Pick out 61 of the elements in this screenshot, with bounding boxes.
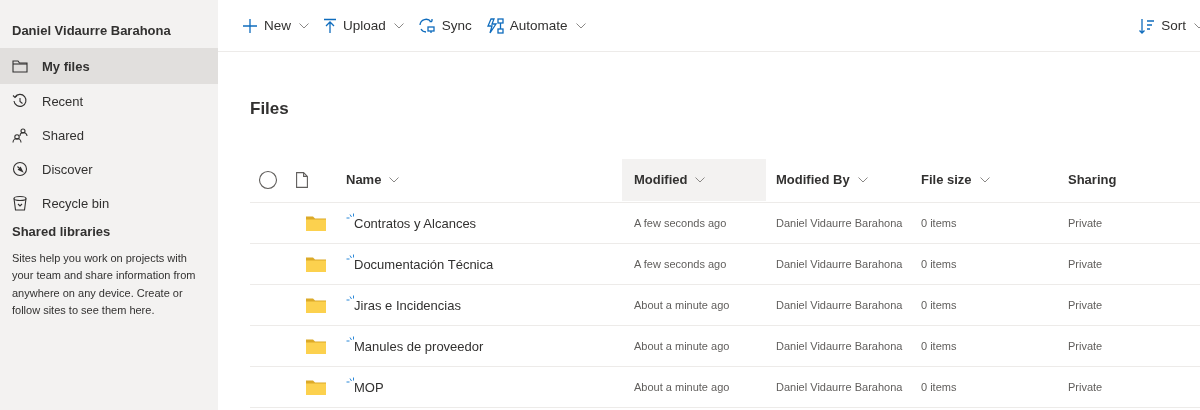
section-heading: Shared libraries xyxy=(11,223,112,241)
folder-icon xyxy=(306,338,326,354)
sort-button[interactable]: Sort xyxy=(1135,13,1200,38)
toolbar-button[interactable]: Sync xyxy=(413,13,476,38)
compass-icon xyxy=(12,161,28,177)
user-name: Daniel Vidaurre Barahona xyxy=(11,22,172,40)
upload-icon xyxy=(323,17,337,34)
table-cell: Daniel Vidaurre Barahona xyxy=(776,299,903,311)
nav-item[interactable]: My files xyxy=(0,48,218,84)
table-cell: Private xyxy=(1068,217,1103,229)
sort-icon xyxy=(1139,17,1156,34)
table-cell: A few seconds ago xyxy=(634,217,727,229)
table-cell: Daniel Vidaurre Barahona xyxy=(776,381,903,393)
clock-icon xyxy=(12,93,28,109)
select-all-circle-icon xyxy=(258,169,278,190)
table-cell: Private xyxy=(1068,258,1103,270)
table-cell: 0 items xyxy=(921,258,957,270)
table-cell: Daniel Vidaurre Barahona xyxy=(776,340,903,352)
description-text: Sites help you work on projects with your team and share information from anywhere on any device. Create or follow sites to see them here. xyxy=(11,251,197,318)
table-cell: Private xyxy=(1068,340,1103,352)
people-icon xyxy=(12,127,28,143)
column-header[interactable]: Modified xyxy=(622,158,766,201)
table-cell: 0 items xyxy=(921,299,957,311)
column-header[interactable]: Name xyxy=(346,158,622,201)
table-cell: Daniel Vidaurre Barahona xyxy=(776,258,903,270)
table-cell: Private xyxy=(1068,381,1103,393)
table-cell: Daniel Vidaurre Barahona xyxy=(776,217,903,229)
toolbar-button[interactable]: Upload xyxy=(319,13,408,38)
bin-icon xyxy=(12,195,28,211)
toolbar-button[interactable]: Automate xyxy=(481,13,590,38)
table-cell: A few seconds ago xyxy=(634,258,727,270)
sync-icon xyxy=(417,17,436,34)
folder-icon xyxy=(306,256,326,272)
file-name[interactable]: Manules de proveedor xyxy=(354,338,484,354)
column-header[interactable]: Modified By xyxy=(766,158,909,201)
table-cell: 0 items xyxy=(921,217,957,229)
table-cell: 0 items xyxy=(921,381,957,393)
nav-item[interactable]: Shared xyxy=(0,118,218,152)
column-header[interactable]: Sharing xyxy=(1056,158,1200,201)
table-cell: Private xyxy=(1068,299,1103,311)
table-cell: 0 items xyxy=(921,340,957,352)
file-name[interactable]: Contratos y Alcances xyxy=(354,215,477,231)
folder-icon xyxy=(306,297,326,313)
page-title: Files xyxy=(250,99,289,119)
column-header[interactable]: File size xyxy=(909,158,1056,201)
file-name[interactable]: MOP xyxy=(354,379,384,395)
folder-icon xyxy=(306,215,326,231)
file-type-icon xyxy=(296,171,308,188)
toolbar-button[interactable]: New xyxy=(238,13,313,38)
table-cell: About a minute ago xyxy=(634,299,730,311)
nav-item[interactable]: Discover xyxy=(0,152,218,186)
table-cell: About a minute ago xyxy=(634,340,730,352)
nav-item[interactable]: Recent xyxy=(0,84,218,118)
table-cell: About a minute ago xyxy=(634,381,730,393)
file-name[interactable]: Jiras e Incidencias xyxy=(354,297,461,313)
folder-icon xyxy=(306,379,326,395)
nav-item[interactable]: Recycle bin xyxy=(0,186,218,220)
flow-icon xyxy=(485,17,504,34)
folder-icon xyxy=(12,59,28,73)
file-name[interactable]: Documentación Técnica xyxy=(354,256,494,272)
plus-icon xyxy=(242,17,258,34)
